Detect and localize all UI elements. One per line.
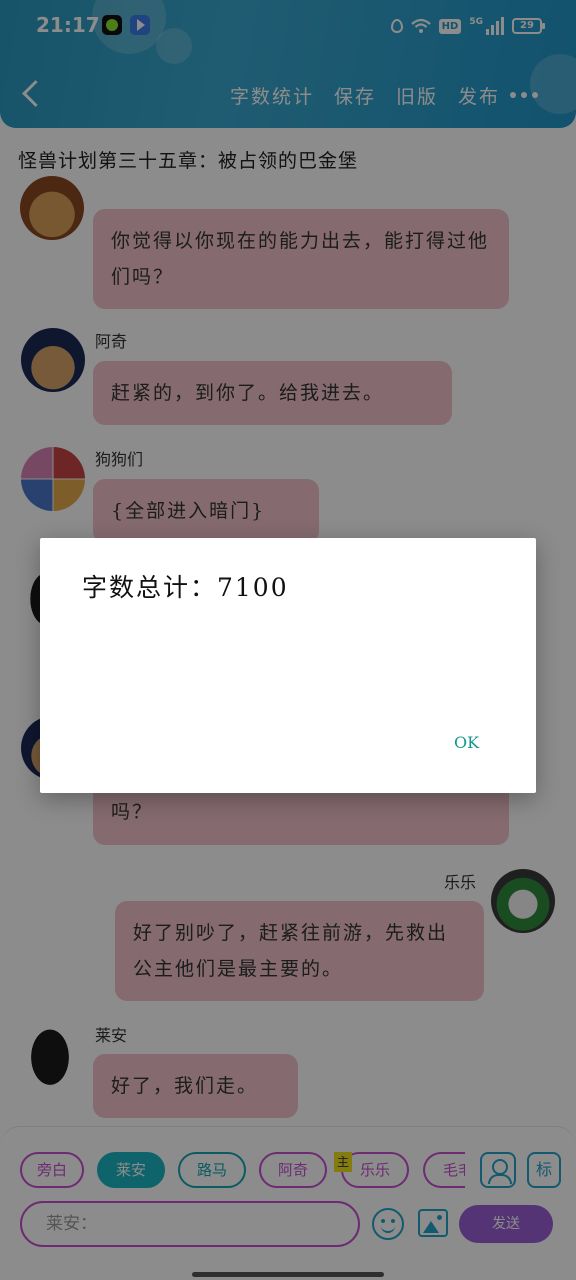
word-count-dialog: 字数总计：7100 OK [40,538,536,793]
ok-button[interactable]: OK [454,733,479,752]
dialog-message: 字数总计：7100 [82,573,289,602]
